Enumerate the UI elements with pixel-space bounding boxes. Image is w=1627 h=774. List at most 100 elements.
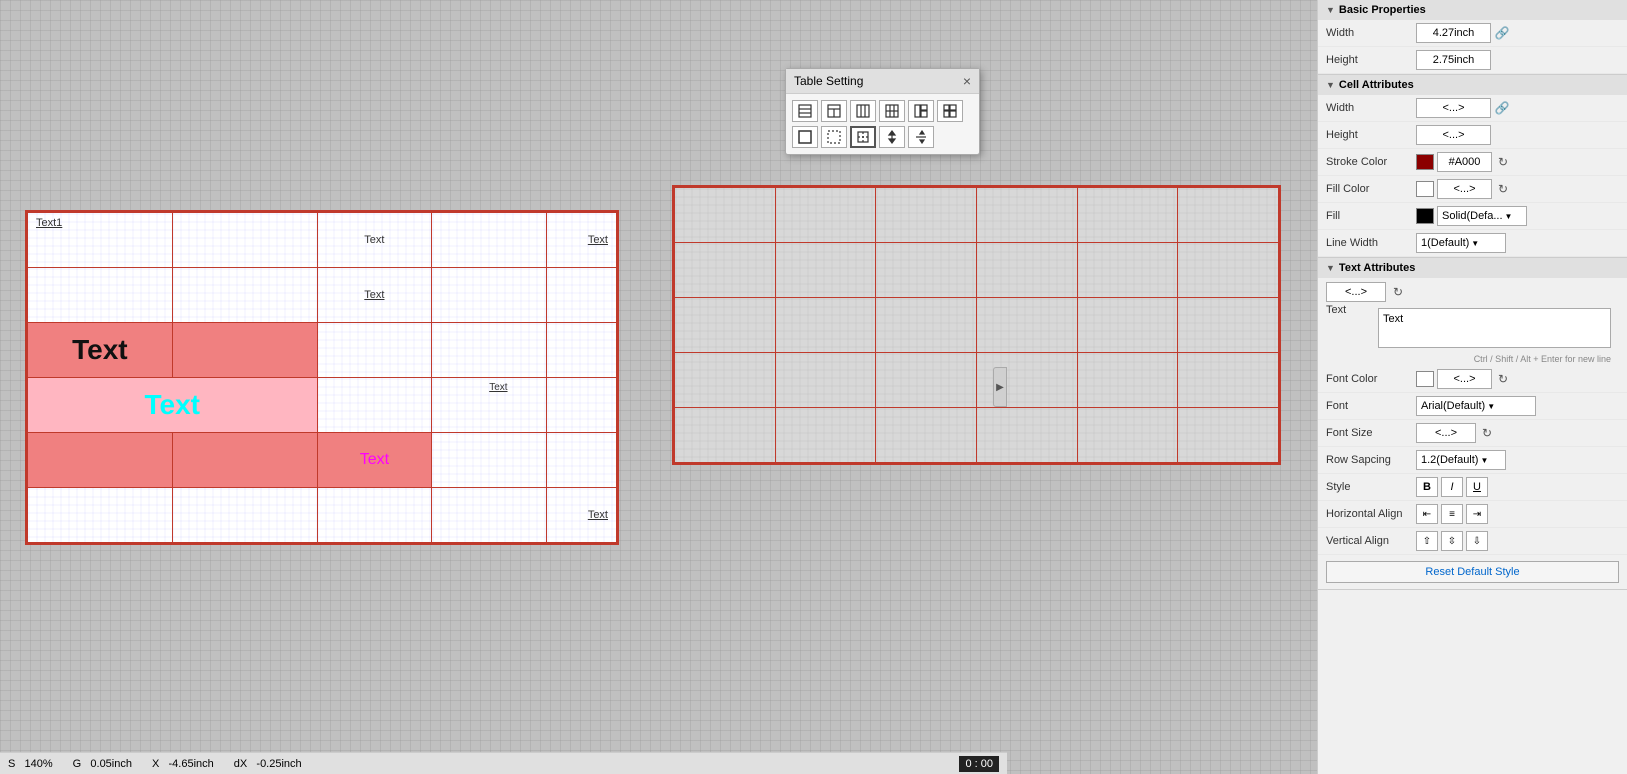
h-align-left-button[interactable]: ⇤ [1416,504,1438,524]
line-width-dropdown[interactable]: 1(Default) ▼ [1416,233,1506,253]
fill-dropdown[interactable]: Solid(Defa... ▼ [1437,206,1527,226]
text-value-input[interactable] [1326,282,1386,302]
cell-link-button[interactable]: 🔗 [1494,100,1510,116]
table-cell[interactable]: Text [317,433,432,488]
dialog-close-button[interactable]: × [963,74,971,88]
table-cell[interactable] [1178,243,1279,298]
stroke-color-input[interactable] [1437,152,1492,172]
table-icon-5[interactable] [908,100,934,122]
table-cell[interactable] [1077,298,1178,353]
table-cell[interactable]: Text [317,268,432,323]
table-cell[interactable] [976,353,1077,408]
table-cell[interactable] [1077,408,1178,463]
fill-color-refresh[interactable]: ↻ [1495,181,1511,197]
table-cell[interactable] [775,188,876,243]
cell-height-input[interactable] [1416,125,1491,145]
font-color-input[interactable] [1437,369,1492,389]
h-align-right-button[interactable]: ⇥ [1466,504,1488,524]
table-cell[interactable] [28,268,173,323]
border-icon-1[interactable] [792,126,818,148]
panel-collapse-button[interactable]: ▶ [993,367,1007,407]
table-cell[interactable] [775,243,876,298]
table-cell[interactable] [775,298,876,353]
fill-color-input[interactable] [1437,179,1492,199]
stroke-color-swatch[interactable] [1416,154,1434,170]
table-cell[interactable] [1178,353,1279,408]
table-cell[interactable] [547,433,617,488]
table-icon-3[interactable] [850,100,876,122]
table-cell[interactable] [317,488,432,543]
table-cell[interactable] [172,488,317,543]
text-textarea[interactable]: Text [1378,308,1611,348]
table-cell[interactable] [432,323,547,378]
table-cell[interactable] [1077,188,1178,243]
table-cell[interactable] [172,268,317,323]
table-cell[interactable] [172,323,317,378]
table-cell[interactable] [876,243,977,298]
table-cell[interactable] [775,408,876,463]
table-cell[interactable] [28,433,173,488]
table-cell[interactable]: Text [432,378,547,433]
table-cell[interactable] [876,353,977,408]
table-cell[interactable] [675,408,776,463]
cell-attributes-header[interactable]: ▼ Cell Attributes [1318,75,1627,95]
border-icon-2[interactable] [821,126,847,148]
basic-link-button[interactable]: 🔗 [1494,25,1510,41]
table-cell[interactable] [547,323,617,378]
table-cell[interactable] [432,488,547,543]
font-dropdown[interactable]: Arial(Default) ▼ [1416,396,1536,416]
v-align-middle-button[interactable]: ⇳ [1441,531,1463,551]
basic-height-input[interactable] [1416,50,1491,70]
table-icon-4[interactable] [879,100,905,122]
table-cell[interactable] [1178,408,1279,463]
table-cell[interactable] [172,213,317,268]
table-cell[interactable]: Text [547,488,617,543]
style-bold-button[interactable]: B [1416,477,1438,497]
table-cell[interactable] [1077,243,1178,298]
table-cell[interactable] [432,213,547,268]
table-cell[interactable] [432,268,547,323]
table-cell[interactable] [876,408,977,463]
cell-width-input[interactable] [1416,98,1491,118]
fill-color-swatch[interactable] [1416,181,1434,197]
table-cell-merged[interactable]: Text [28,378,318,433]
table-cell[interactable] [876,188,977,243]
style-italic-button[interactable]: I [1441,477,1463,497]
table-cell[interactable] [28,488,173,543]
table-cell[interactable] [1178,298,1279,353]
table-cell[interactable] [976,298,1077,353]
table-cell[interactable]: Text [547,213,617,268]
table-cell[interactable] [675,243,776,298]
table-cell[interactable] [1077,353,1178,408]
reset-default-style-button[interactable]: Reset Default Style [1326,561,1619,583]
table-cell[interactable] [317,323,432,378]
table-cell[interactable] [1178,188,1279,243]
table-cell[interactable] [547,378,617,433]
table-cell[interactable] [976,188,1077,243]
table-cell[interactable]: Text [28,323,173,378]
h-align-center-button[interactable]: ≡ [1441,504,1463,524]
border-icon-3[interactable] [850,126,876,148]
fill-pattern-swatch[interactable] [1416,208,1434,224]
text-attributes-header[interactable]: ▼ Text Attributes [1318,258,1627,278]
table-cell[interactable] [675,188,776,243]
font-size-input[interactable] [1416,423,1476,443]
v-align-bottom-button[interactable]: ⇩ [1466,531,1488,551]
table-cell[interactable]: Text1 [28,213,173,268]
stroke-color-refresh[interactable]: ↻ [1495,154,1511,170]
table-cell[interactable] [976,243,1077,298]
table-cell[interactable] [976,408,1077,463]
align-icon-2[interactable] [908,126,934,148]
style-underline-button[interactable]: U [1466,477,1488,497]
table-cell[interactable] [317,378,432,433]
table-icon-2[interactable] [821,100,847,122]
font-size-refresh[interactable]: ↻ [1479,425,1495,441]
table-cell[interactable] [675,353,776,408]
basic-width-input[interactable] [1416,23,1491,43]
table-icon-6[interactable] [937,100,963,122]
v-align-top-button[interactable]: ⇧ [1416,531,1438,551]
table-cell[interactable] [547,268,617,323]
text-value-refresh[interactable]: ↻ [1390,284,1406,300]
font-color-swatch[interactable] [1416,371,1434,387]
dialog-title-bar[interactable]: Table Setting × [786,69,979,94]
